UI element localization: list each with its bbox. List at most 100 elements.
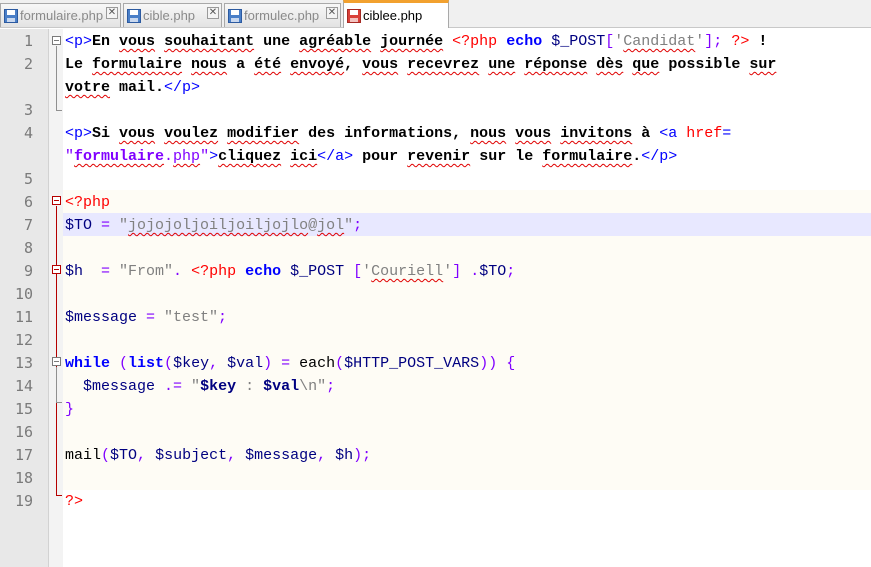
code-line[interactable]: 4 <p>Si vous voulez modifier des informat…: [0, 122, 871, 145]
code-token: [: [605, 33, 615, 50]
tab-ciblee-php[interactable]: ciblee.php: [343, 0, 449, 28]
line-number: 19: [14, 492, 33, 510]
code-line[interactable]: 5: [0, 168, 871, 191]
code-text: Le formulaire nous a été envoyé, vous re…: [65, 53, 776, 76]
code-token: ,: [227, 447, 246, 464]
code-line[interactable]: 18: [0, 467, 871, 490]
code-token: ,: [317, 447, 336, 464]
line-number: 11: [14, 308, 33, 326]
code-token: ;: [506, 263, 516, 280]
code-line[interactable]: 8: [0, 237, 871, 260]
code-token: </p>: [164, 79, 201, 96]
code-token: ];: [704, 33, 723, 50]
code-line[interactable]: 10: [0, 283, 871, 306]
code-token: vous: [515, 125, 552, 142]
close-tab-icon[interactable]: ✕: [326, 7, 338, 19]
code-editor[interactable]: 1 <p>En vous souhaitant une agréable jour…: [0, 29, 871, 567]
tab-formulaire-php[interactable]: formulaire.php ✕: [0, 3, 121, 27]
code-token: que: [632, 56, 660, 73]
code-token: =: [92, 217, 120, 234]
code-token: sur le: [470, 148, 543, 165]
code-line[interactable]: 16: [0, 421, 871, 444]
code-line[interactable]: "formulaire.php">cliquez ici</a> pour re…: [0, 145, 871, 168]
code-line[interactable]: 15}: [0, 398, 871, 421]
code-token: (: [164, 355, 174, 372]
code-token: vous: [119, 33, 156, 50]
floppy-disk-red-icon: [347, 8, 361, 23]
code-line[interactable]: 11 $message = "test";: [0, 306, 871, 329]
code-token: formulaire: [92, 56, 183, 73]
code-token: echo: [245, 263, 282, 280]
code-token: cliquez: [218, 148, 282, 165]
line-number: 10: [14, 285, 33, 303]
code-line[interactable]: 14 $message .= "$key : $val\n";: [0, 375, 871, 398]
code-token: ': [695, 33, 705, 50]
code-token: $h: [335, 447, 354, 464]
line-number: 5: [23, 170, 33, 188]
line-number: 3: [23, 101, 33, 119]
code-token: php: [173, 148, 201, 165]
code-token: :: [236, 378, 264, 395]
code-token: ;: [218, 309, 228, 326]
code-line[interactable]: 12: [0, 329, 871, 352]
floppy-disk-icon: [4, 8, 18, 23]
close-tab-icon[interactable]: ✕: [207, 7, 219, 19]
code-line[interactable]: 9 $h = "From". <?php echo $_POST ['Courie…: [0, 260, 871, 283]
code-token: ": [191, 378, 201, 395]
code-token: $HTTP_POST_VARS: [344, 355, 480, 372]
code-line[interactable]: 2 Le formulaire nous a été envoyé, vous r…: [0, 53, 871, 76]
code-token: <p>: [65, 33, 93, 50]
code-line[interactable]: 6 <?php: [0, 191, 871, 214]
code-token: revenir: [407, 148, 471, 165]
code-token: "From": [119, 263, 174, 280]
code-text: votre mail.</p>: [65, 76, 200, 99]
code-text: <p>En vous souhaitant une agréable journ…: [65, 30, 767, 53]
code-token: $TO: [479, 263, 507, 280]
tab-cible-php[interactable]: cible.php ✕: [123, 3, 222, 27]
code-token: <?php: [452, 33, 498, 50]
code-token: sur: [749, 56, 777, 73]
line-number: 1: [23, 32, 33, 50]
code-token: "test": [164, 309, 219, 326]
code-token: nous: [191, 56, 228, 73]
code-token: a: [227, 56, 255, 73]
code-line[interactable]: 1 <p>En vous souhaitant une agréable jour…: [0, 30, 871, 53]
close-tab-icon[interactable]: ✕: [106, 7, 118, 19]
code-line[interactable]: 13 while (list($key, $val) = each($HTTP_P…: [0, 352, 871, 375]
code-token: \n": [299, 378, 327, 395]
tab-formulec-php[interactable]: formulec.php ✕: [224, 3, 341, 27]
code-token: !: [749, 33, 768, 50]
code-token: ": [344, 217, 354, 234]
code-token: ': [362, 263, 372, 280]
code-token: $val: [263, 378, 300, 395]
tab-label: formulec.php: [244, 8, 320, 23]
code-token: possible: [659, 56, 750, 73]
code-token: agréable: [299, 33, 372, 50]
code-token: Si: [92, 125, 120, 142]
code-token: $_POST: [290, 263, 345, 280]
code-token: ': [614, 33, 624, 50]
code-text: <?php: [65, 191, 110, 214]
code-text: $h = "From". <?php echo $_POST ['Couriel…: [65, 260, 515, 283]
code-line[interactable]: 17 mail($TO, $subject, $message, $h);: [0, 444, 871, 467]
code-line[interactable]: 3: [0, 99, 871, 122]
code-token: .: [164, 148, 174, 165]
line-number: 16: [14, 423, 33, 441]
line-number: 17: [14, 446, 33, 464]
line-number: 6: [23, 193, 33, 211]
code-token: $message: [245, 447, 318, 464]
code-token: ,: [209, 355, 228, 372]
code-line[interactable]: 7 $TO = "jojojoljoiljoiljojlo@jol";: [0, 214, 871, 237]
code-line[interactable]: votre mail.</p>: [0, 76, 871, 99]
code-token: .=: [155, 378, 192, 395]
code-line[interactable]: 19 ?>: [0, 490, 871, 513]
